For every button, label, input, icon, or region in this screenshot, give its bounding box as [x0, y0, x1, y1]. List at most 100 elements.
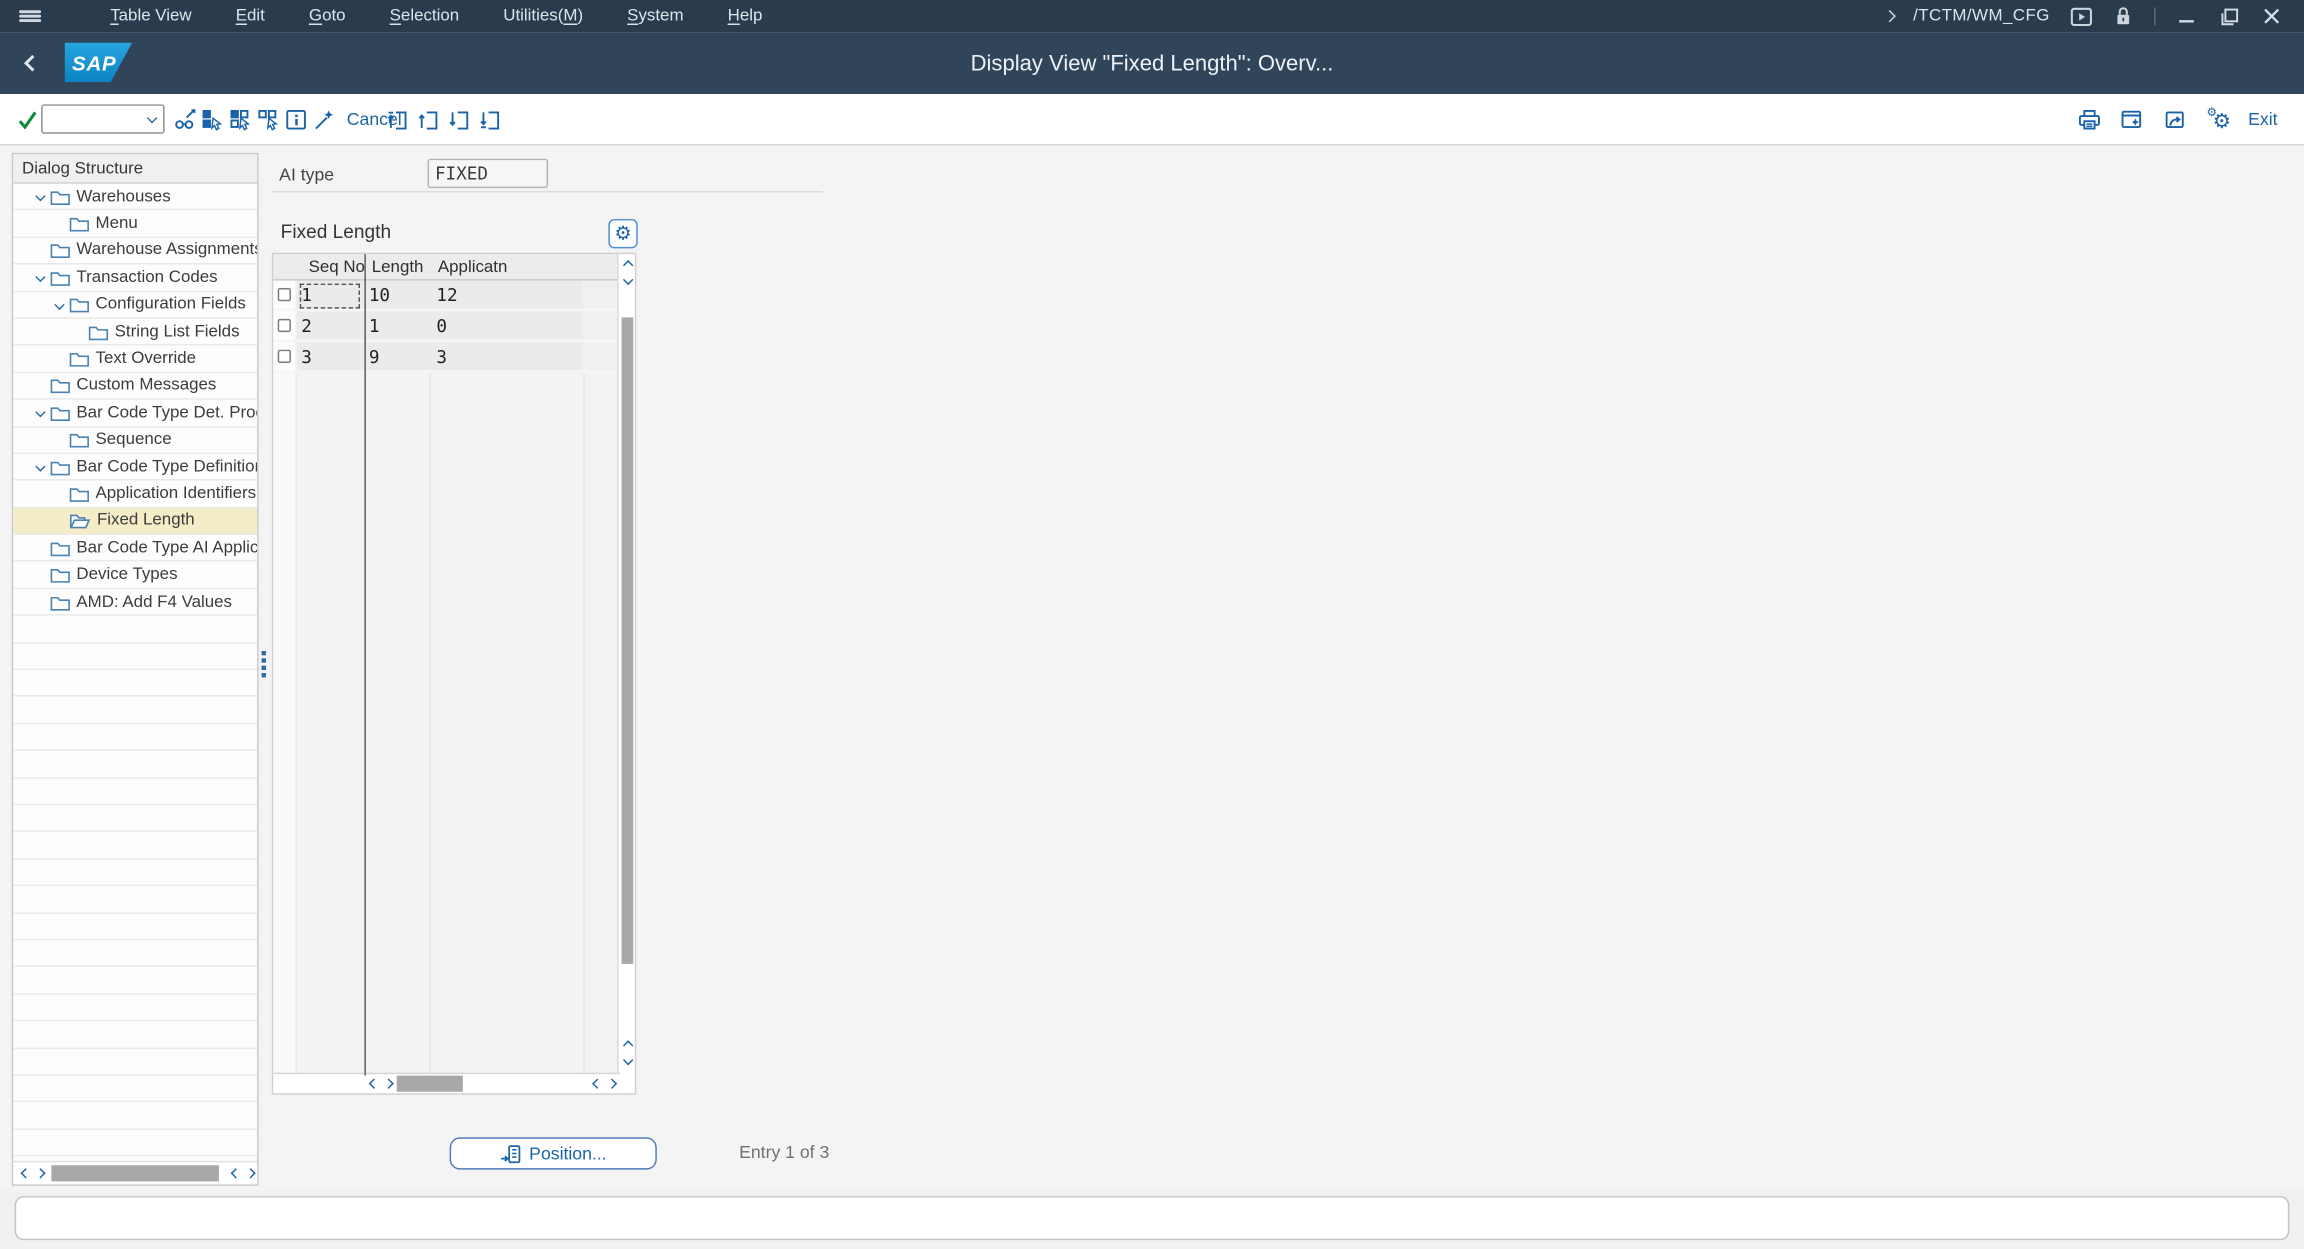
tree-item-sequence[interactable]: Sequence — [13, 427, 257, 454]
select-block-icon[interactable] — [228, 103, 253, 135]
last-page-icon[interactable] — [478, 103, 503, 135]
row-checkbox[interactable] — [278, 319, 291, 332]
column-header-seqno[interactable]: Seq No — [309, 254, 365, 280]
tree-item-configuration-fields[interactable]: Configuration Fields — [13, 292, 257, 319]
cell-seqno[interactable]: 3 — [297, 342, 363, 373]
panel-splitter-handle[interactable] — [262, 651, 266, 677]
table-settings-button[interactable]: ⚙ — [608, 219, 637, 248]
menu-item-edit[interactable]: Edit — [236, 7, 265, 25]
chevron-down-icon[interactable] — [147, 113, 157, 123]
cell-applicatn[interactable]: 12 — [429, 281, 583, 312]
row-checkbox[interactable] — [278, 350, 291, 363]
scroll-right-icon[interactable] — [32, 1162, 47, 1183]
tree-item-label: Custom Messages — [76, 377, 216, 395]
print-icon[interactable] — [2078, 103, 2103, 135]
cell-applicatn[interactable]: 3 — [429, 342, 583, 373]
tree-item-warehouses[interactable]: Warehouses — [13, 184, 257, 211]
deselect-all-icon[interactable] — [256, 103, 281, 135]
tree-item-bar-code-type-det-procs[interactable]: Bar Code Type Det. Procs. — [13, 400, 257, 427]
tree-item-application-identifiers[interactable]: Application Identifiers — [13, 481, 257, 508]
column-divider[interactable] — [364, 254, 365, 1075]
scroll-down-icon[interactable] — [620, 273, 635, 286]
exit-button[interactable]: Exit — [2248, 109, 2277, 130]
tree-horizontal-scrollbar[interactable] — [13, 1161, 257, 1185]
position-button[interactable]: Position... — [450, 1137, 657, 1169]
status-message-field[interactable] — [15, 1196, 2290, 1240]
chevron-down-icon[interactable] — [31, 193, 50, 200]
tree-item-fixed-length[interactable]: Fixed Length — [13, 508, 257, 535]
next-page-icon[interactable] — [447, 103, 472, 135]
table-row[interactable]: 210 — [273, 312, 620, 343]
scroll-right-icon[interactable] — [604, 1073, 619, 1092]
new-session-icon[interactable] — [2120, 103, 2145, 135]
chevron-down-icon[interactable] — [31, 463, 50, 470]
column-header-applicatn[interactable]: Applicatn — [438, 254, 508, 280]
scroll-right-icon[interactable] — [381, 1073, 396, 1092]
scroll-right-icon[interactable] — [242, 1162, 257, 1183]
command-field[interactable] — [41, 104, 164, 133]
menu-item-table-view[interactable]: Table View — [110, 7, 191, 25]
customizing-wand-icon[interactable] — [312, 103, 337, 135]
enter-check-icon[interactable] — [15, 103, 40, 135]
settings-gears-icon[interactable]: ⚙⚙ — [2206, 103, 2231, 135]
scrollbar-thumb[interactable] — [51, 1165, 219, 1181]
scroll-up-icon[interactable] — [620, 259, 635, 272]
cell-seqno[interactable]: 1 — [297, 281, 363, 312]
scroll-up-icon[interactable] — [620, 1039, 635, 1052]
create-shortcut-icon[interactable] — [2163, 103, 2188, 135]
tree-item-custom-messages[interactable]: Custom Messages — [13, 373, 257, 400]
row-checkbox[interactable] — [278, 288, 291, 301]
column-header-length[interactable]: Length — [372, 254, 424, 280]
menu-item-system[interactable]: System — [627, 7, 683, 25]
scroll-left-icon[interactable] — [228, 1162, 243, 1183]
menu-item-help[interactable]: Help — [728, 7, 763, 25]
folder-icon — [69, 350, 90, 368]
previous-page-icon[interactable] — [416, 103, 441, 135]
tree-item-menu[interactable]: Menu — [13, 211, 257, 238]
restore-icon[interactable] — [2217, 4, 2241, 28]
scroll-down-icon[interactable] — [620, 1054, 635, 1067]
menu-item-utilities-m[interactable]: Utilities(M) — [503, 7, 583, 25]
table-row[interactable]: 11012 — [273, 281, 620, 312]
first-page-icon[interactable] — [385, 103, 410, 135]
chevron-down-icon[interactable] — [31, 409, 50, 416]
tree-item-warehouse-assignments[interactable]: Warehouse Assignments — [13, 238, 257, 265]
scroll-left-icon[interactable] — [18, 1162, 33, 1183]
menu-item-goto[interactable]: Goto — [309, 7, 346, 25]
hamburger-menu-icon[interactable] — [0, 8, 59, 25]
tree-empty-row — [13, 940, 257, 967]
cell-seqno[interactable]: 2 — [297, 312, 363, 343]
chevron-down-icon[interactable] — [31, 274, 50, 281]
cell-length[interactable]: 10 — [363, 281, 429, 312]
info-icon[interactable] — [284, 103, 309, 135]
scrollbar-thumb[interactable] — [397, 1076, 463, 1091]
display-change-icon[interactable] — [172, 103, 197, 135]
table-row[interactable]: 393 — [273, 342, 620, 373]
cell-applicatn[interactable]: 0 — [429, 312, 583, 343]
tree-item-amd-add-f4-values[interactable]: AMD: Add F4 Values — [13, 589, 257, 616]
tree-item-transaction-codes[interactable]: Transaction Codes — [13, 265, 257, 292]
gui-services-icon[interactable] — [2069, 4, 2093, 28]
tree-item-bar-code-type-ai-applicatio[interactable]: Bar Code Type AI Applicatio — [13, 535, 257, 562]
scrollbar-thumb[interactable] — [622, 317, 634, 964]
scroll-left-icon[interactable] — [366, 1073, 381, 1092]
tree-item-device-types[interactable]: Device Types — [13, 562, 257, 589]
tree-item-string-list-fields[interactable]: String List Fields — [13, 319, 257, 346]
minimize-icon[interactable] — [2175, 4, 2199, 28]
close-icon[interactable] — [2260, 4, 2284, 28]
tree-item-bar-code-type-definition[interactable]: Bar Code Type Definition — [13, 454, 257, 481]
command-field-input[interactable] — [43, 106, 146, 132]
cell-length[interactable]: 1 — [363, 312, 429, 343]
select-all-icon[interactable] — [200, 103, 225, 135]
menu-item-selection[interactable]: Selection — [390, 7, 460, 25]
table-horizontal-scrollbar[interactable] — [273, 1072, 620, 1093]
row-select-cell[interactable] — [273, 281, 297, 312]
row-select-cell[interactable] — [273, 312, 297, 343]
row-select-cell[interactable] — [273, 342, 297, 373]
cell-length[interactable]: 9 — [363, 342, 429, 373]
chevron-down-icon[interactable] — [50, 301, 69, 308]
scroll-left-icon[interactable] — [589, 1073, 604, 1092]
chevron-right-icon[interactable] — [1883, 10, 1895, 22]
table-vertical-scrollbar[interactable] — [617, 254, 635, 1093]
tree-item-text-override[interactable]: Text Override — [13, 346, 257, 373]
